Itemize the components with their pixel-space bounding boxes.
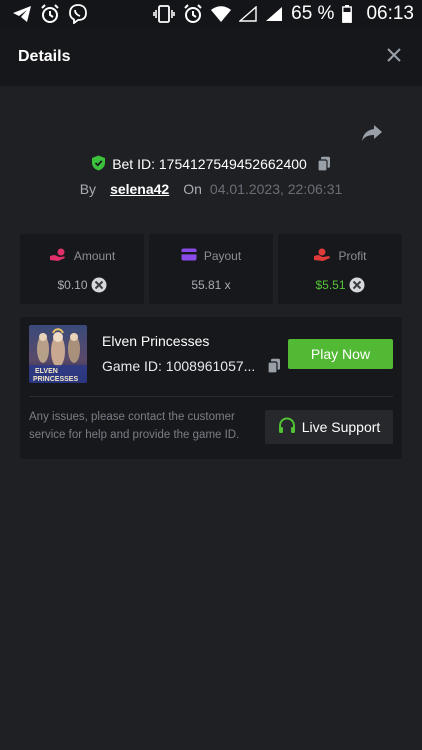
hand-profit-icon <box>313 248 331 265</box>
username-link[interactable]: selena42 <box>110 181 169 197</box>
payout-header: Payout <box>181 248 241 264</box>
amount-value: $0.10 <box>57 278 88 292</box>
profit-header: Profit <box>313 248 367 265</box>
by-label: By <box>79 181 97 197</box>
wifi-icon <box>211 6 232 22</box>
thumbnail-title-line1: ELVEN <box>35 368 58 375</box>
profit-label: Profit <box>338 249 367 263</box>
profit-card: Profit $5.51 <box>278 234 402 304</box>
bet-id-row: Bet ID: 1754127549452662400 <box>0 152 422 176</box>
share-button[interactable] <box>360 124 384 146</box>
bet-date: 04.01.2023, 22:06:31 <box>209 181 343 197</box>
header: Details <box>0 28 422 86</box>
bet-stats: Amount $0.10 Payout 55.81 x Profit $5.51 <box>20 234 402 304</box>
wallet-icon <box>181 248 197 264</box>
signal-empty-icon <box>239 6 257 22</box>
amount-value-row: $0.10 <box>57 276 107 294</box>
game-id-row: Game ID: 1008961057... <box>102 358 281 374</box>
shield-check-icon <box>91 155 106 174</box>
vibrate-icon <box>153 5 175 23</box>
amount-label: Amount <box>73 249 116 263</box>
viber-icon <box>68 4 88 24</box>
live-support-button[interactable]: Live Support <box>265 410 393 444</box>
play-now-button[interactable]: Play Now <box>288 339 393 369</box>
signal-icon <box>265 6 283 22</box>
close-button[interactable] <box>384 47 404 67</box>
status-bar-left <box>12 4 88 24</box>
on-label: On <box>183 181 202 197</box>
copy-game-id-icon[interactable] <box>267 358 281 374</box>
game-thumbnail[interactable]: ELVEN PRINCESSES <box>29 325 87 383</box>
divider <box>29 396 393 397</box>
currency-coin-icon <box>91 277 107 293</box>
status-bar-right: 65 % 06:13 <box>153 3 414 25</box>
alarm-icon <box>183 4 203 24</box>
payout-value-row: 55.81 x <box>191 276 230 294</box>
game-title: Elven Princesses <box>102 333 210 349</box>
close-icon <box>387 47 401 67</box>
status-bar: 65 % 06:13 <box>0 0 422 28</box>
page-title: Details <box>18 48 71 65</box>
thumbnail-title-line2: PRINCESSES <box>33 376 78 383</box>
headset-icon <box>278 416 296 438</box>
game-card: ELVEN PRINCESSES Elven Princesses Game I… <box>20 317 402 459</box>
profit-value-row: $5.51 <box>315 276 365 294</box>
payout-value: 55.81 x <box>191 278 231 292</box>
currency-coin-icon <box>349 277 365 293</box>
bet-id: Bet ID: 1754127549452662400 <box>112 156 307 172</box>
amount-card: Amount $0.10 <box>20 234 144 304</box>
battery-percent: 65 % <box>291 3 335 24</box>
payout-label: Payout <box>203 249 242 263</box>
hand-coins-icon <box>49 248 67 265</box>
support-message: Any issues, please contact the customer … <box>29 411 240 441</box>
payout-card: Payout 55.81 x <box>149 234 273 304</box>
profit-value: $5.51 <box>315 278 346 292</box>
telegram-icon <box>12 5 32 23</box>
amount-header: Amount <box>49 248 115 264</box>
game-id: Game ID: 1008961057... <box>102 358 256 374</box>
clock: 06:13 <box>366 3 414 24</box>
bet-meta-row: By selena42 On 04.01.2023, 22:06:31 <box>0 178 422 200</box>
live-support-label: Live Support <box>301 419 381 435</box>
share-icon <box>361 124 383 147</box>
battery-icon <box>342 5 353 23</box>
alarm-icon <box>40 4 60 24</box>
copy-bet-id-icon[interactable] <box>317 156 331 172</box>
